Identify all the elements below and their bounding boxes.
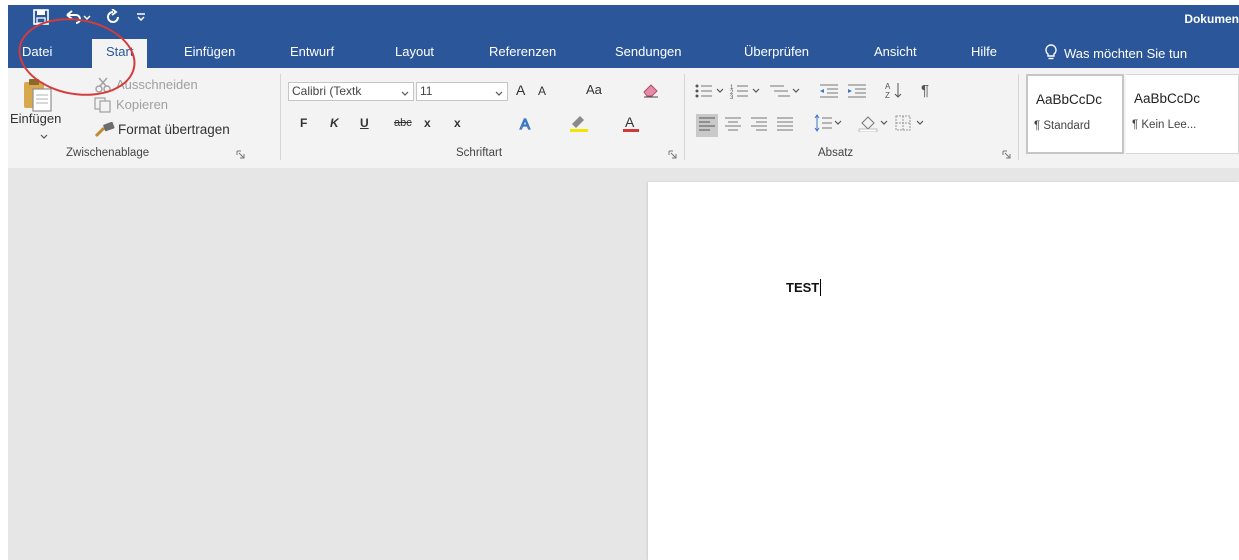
font-size-combobox[interactable]: 11 [416,82,508,101]
svg-text:¶: ¶ [921,82,929,99]
title-bar: Dokumen [8,5,1239,35]
line-spacing-icon[interactable] [814,114,842,137]
tab-layout[interactable]: Layout [395,44,434,59]
qat-customize-icon[interactable] [135,9,147,25]
tell-me-search[interactable]: Was möchten Sie tun [1044,44,1187,63]
font-name-value: Calibri (Textk [292,84,362,98]
clipboard-group-label: Zwischenablage [66,147,150,159]
svg-text:3: 3 [730,95,734,99]
bullets-icon[interactable] [694,83,724,104]
text-cursor [820,279,822,296]
align-center-icon[interactable] [724,115,742,136]
change-case-button[interactable]: Aa [586,82,602,97]
subscript-button[interactable]: x [424,116,431,130]
style-sample: AaBbCcDc [1134,91,1201,106]
svg-text:Z: Z [885,91,890,99]
dialog-launcher-icon[interactable] [236,150,245,161]
multilevel-list-icon[interactable] [768,83,800,104]
font-size-value: 11 [420,84,433,98]
ribbon-tab-bar: Datei Start Einfügen Entwurf Layout Refe… [8,35,1239,68]
svg-text:A: A [625,114,635,130]
document-body[interactable]: TEST [786,279,822,296]
tab-einfuegen[interactable]: Einfügen [184,44,235,59]
svg-text:A: A [885,82,891,91]
tell-me-text: Was möchten Sie tun [1064,46,1188,61]
grow-font-button[interactable]: A [516,82,525,98]
chevron-down-icon[interactable] [495,87,503,100]
underline-button[interactable]: U [360,116,369,130]
align-left-icon[interactable] [696,114,718,137]
tab-entwurf[interactable]: Entwurf [290,44,334,59]
dialog-launcher-icon[interactable] [1002,150,1011,161]
style-name: ¶ Kein Lee... [1132,119,1197,131]
group-separator [280,74,281,160]
pilcrow-icon[interactable]: ¶ [920,81,934,104]
font-color-icon[interactable]: A [622,114,640,137]
strikethrough-button[interactable]: abc [394,117,412,129]
style-standard[interactable]: AaBbCcDc ¶ Standard [1026,74,1124,154]
bold-button[interactable]: F [300,116,307,130]
eraser-icon[interactable] [642,82,660,103]
borders-icon[interactable] [894,114,924,137]
sort-icon[interactable]: AZ [884,81,904,104]
copy-label[interactable]: Kopieren [116,97,168,112]
paste-dropdown-icon[interactable] [40,128,48,146]
numbering-icon[interactable]: 123 [730,83,760,104]
style-name: ¶ Standard [1034,120,1091,132]
increase-indent-icon[interactable] [846,83,868,104]
paragraph-group-label: Absatz [818,147,854,159]
group-separator [1018,74,1019,160]
shrink-font-button[interactable]: A [538,84,546,98]
text-effects-icon[interactable]: A [518,115,538,138]
font-group-label: Schriftart [456,147,503,159]
font-name-combobox[interactable]: Calibri (Textk [288,82,414,101]
document-title: Dokumen [1184,12,1239,26]
highlighter-icon[interactable] [568,114,590,137]
copy-icon[interactable] [94,97,112,118]
tab-ueberpruefen[interactable]: Überprüfen [744,44,809,59]
style-sample: AaBbCcDc [1036,92,1103,107]
lightbulb-icon [1044,44,1058,63]
justify-icon[interactable] [776,115,794,136]
dialog-launcher-icon[interactable] [668,150,677,161]
style-kein-leerraum[interactable]: AaBbCcDc ¶ Kein Lee... [1126,74,1239,154]
redo-icon[interactable] [105,9,121,25]
align-right-icon[interactable] [750,115,768,136]
tab-ansicht[interactable]: Ansicht [874,44,917,59]
format-painter-icon[interactable] [94,121,116,143]
tab-hilfe[interactable]: Hilfe [971,44,997,59]
paste-label[interactable]: Einfügen [10,111,61,126]
tab-sendungen[interactable]: Sendungen [615,44,682,59]
superscript-button[interactable]: x [454,116,461,130]
group-separator [684,74,685,160]
format-painter-label[interactable]: Format übertragen [118,122,230,137]
italic-button[interactable]: K [330,116,339,130]
ribbon: Einfügen Ausschneiden Kopieren Format üb… [8,68,1239,169]
svg-text:A: A [520,116,530,133]
document-text: TEST [786,280,820,295]
chevron-down-icon[interactable] [401,87,409,100]
shading-icon[interactable] [858,114,888,137]
tab-referenzen[interactable]: Referenzen [489,44,556,59]
decrease-indent-icon[interactable] [818,83,840,104]
document-page[interactable]: TEST [648,182,1239,560]
